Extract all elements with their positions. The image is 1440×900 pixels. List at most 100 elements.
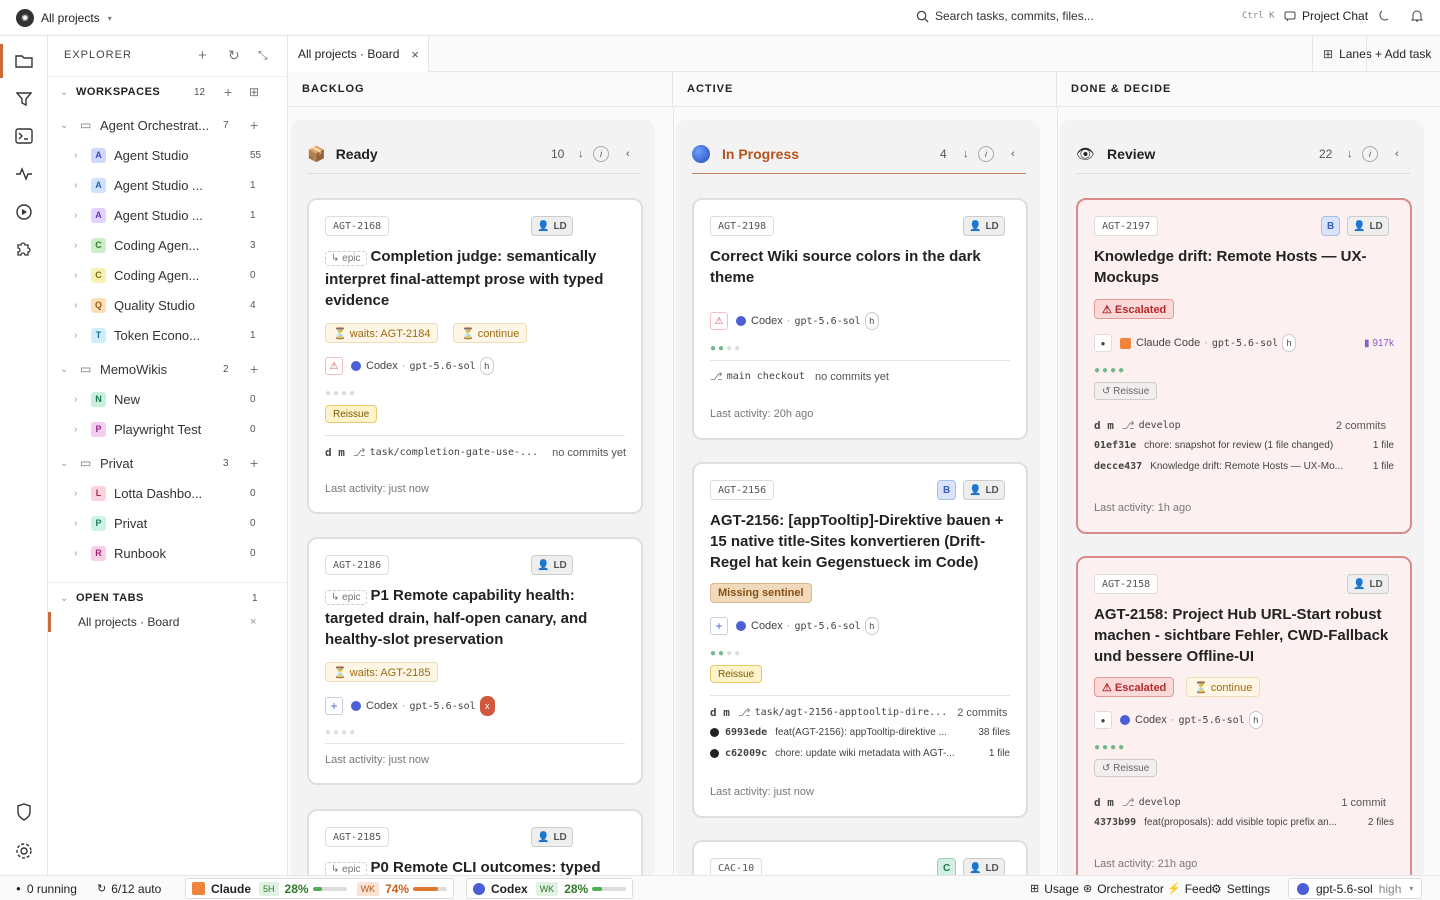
info-icon[interactable]: i bbox=[978, 145, 994, 162]
close-icon[interactable]: × bbox=[250, 616, 256, 628]
workspace-group[interactable]: ⌄ ▭ MemoWikis 2 + bbox=[48, 354, 287, 384]
add-project-button[interactable]: + bbox=[250, 455, 258, 471]
assignee-avatar[interactable]: 👤 LD bbox=[531, 827, 573, 847]
assignee-avatar[interactable]: 👤 LD bbox=[963, 480, 1005, 500]
orchestrator-button[interactable]: ⊛ Orchestrator bbox=[1083, 876, 1164, 900]
bot-avatar[interactable]: B bbox=[1321, 216, 1341, 236]
theme-toggle-button[interactable] bbox=[1378, 9, 1392, 23]
rail-explorer-button[interactable] bbox=[0, 42, 48, 80]
rail-terminal-button[interactable] bbox=[0, 117, 48, 155]
rail-settings-button[interactable] bbox=[0, 832, 48, 870]
workspace-item[interactable]: › Q Quality Studio 4 bbox=[48, 290, 287, 320]
workspace-group[interactable]: ⌄ ▭ Agent Orchestrat... 7 + bbox=[48, 110, 287, 140]
add-project-button[interactable]: + bbox=[250, 361, 258, 377]
tab-close-icon[interactable]: × bbox=[411, 47, 419, 62]
commit-row[interactable]: c62009c chore: update wiki metadata with… bbox=[710, 748, 1010, 759]
assignee-avatar[interactable]: 👤 LD bbox=[1347, 216, 1389, 236]
workspace-group[interactable]: ⌄ ▭ Privat 3 + bbox=[48, 448, 287, 478]
task-card[interactable]: CAC-10 C 👤 LD bbox=[692, 840, 1028, 880]
refresh-icon[interactable]: ↻ bbox=[228, 47, 240, 64]
task-card[interactable]: AGT-2197 B 👤 LD Knowledge drift: Remote H… bbox=[1076, 198, 1412, 534]
usage-button[interactable]: ⊞ Usage bbox=[1030, 876, 1079, 900]
workspace-item[interactable]: › P Playwright Test 0 bbox=[48, 414, 287, 444]
assignee-avatar[interactable]: 👤 LD bbox=[1347, 574, 1389, 594]
rail-activity-button[interactable] bbox=[0, 155, 48, 193]
commit-files: 38 files bbox=[978, 727, 1010, 738]
notifications-button[interactable] bbox=[1410, 9, 1424, 23]
tab-board[interactable]: All projects · Board × bbox=[288, 36, 429, 72]
activity-rail bbox=[0, 36, 48, 875]
add-project-button[interactable]: + bbox=[250, 117, 258, 133]
open-tabs-section[interactable]: ⌄ OPEN TABS 1 bbox=[48, 584, 287, 612]
collapse-lane-icon[interactable]: ‹ bbox=[626, 148, 630, 160]
rail-run-button[interactable] bbox=[0, 193, 48, 231]
claude-label: Claude bbox=[211, 881, 252, 896]
codex-usage[interactable]: Codex WK 28% bbox=[466, 878, 634, 899]
workspace-item[interactable]: › C Coding Agen... 3 bbox=[48, 230, 287, 260]
sort-icon[interactable]: ↓ bbox=[1347, 148, 1353, 160]
reissue-button[interactable]: ↺ Reissue bbox=[1094, 382, 1158, 400]
commit-files: 2 files bbox=[1367, 817, 1394, 828]
commit-row[interactable]: 01ef31e chore: snapshot for review (1 fi… bbox=[1094, 440, 1394, 451]
task-title: AGT-2156: [appTooltip]-Direktive bauen +… bbox=[710, 512, 1004, 571]
task-card[interactable]: AGT-2168 👤 LD ↳ epic Completion judge: sem… bbox=[307, 198, 643, 514]
auto-status[interactable]: ↻ 6/12 auto bbox=[97, 876, 161, 900]
chevron-right-icon: › bbox=[74, 179, 78, 191]
open-tab-item[interactable]: All projects · Board × bbox=[48, 610, 287, 634]
search-input[interactable]: Search tasks, commits, files... bbox=[935, 9, 1094, 23]
task-title: ↳ epic Completion judge: semantically int… bbox=[325, 248, 604, 309]
sort-icon[interactable]: ↓ bbox=[578, 148, 584, 160]
settings-button[interactable]: ⚙ Settings bbox=[1211, 876, 1270, 900]
project-switcher[interactable]: ✺ All projects ▾ bbox=[16, 9, 112, 27]
add-icon[interactable]: + bbox=[710, 617, 728, 635]
workspace-item[interactable]: › R Runbook 0 bbox=[48, 538, 287, 568]
workspace-item[interactable]: › A Agent Studio ... 1 bbox=[48, 170, 287, 200]
task-card[interactable]: AGT-2186 👤 LD ↳ epic P1 Remote capability … bbox=[307, 537, 643, 785]
task-card[interactable]: AGT-2158 👤 LD AGT-2158: Project Hub URL-S… bbox=[1076, 556, 1412, 880]
reissue-button[interactable]: Reissue bbox=[710, 665, 763, 683]
workspace-item[interactable]: › T Token Econo... 1 bbox=[48, 320, 287, 350]
project-chat-button[interactable]: Project Chat bbox=[1284, 9, 1368, 23]
search-bar[interactable]: Search tasks, commits, files... bbox=[916, 9, 1094, 23]
rail-plugins-button[interactable] bbox=[0, 230, 48, 268]
workspace-item[interactable]: › A Agent Studio 55 bbox=[48, 140, 287, 170]
info-icon[interactable]: i bbox=[1362, 145, 1378, 162]
commit-row[interactable]: decce437 Knowledge drift: Remote Hosts —… bbox=[1094, 461, 1394, 472]
add-task-button[interactable]: + Add task bbox=[1366, 36, 1431, 72]
workspace-item[interactable]: › C Coding Agen... 0 bbox=[48, 260, 287, 290]
running-status[interactable]: ● 0 running bbox=[16, 876, 77, 900]
bot-avatar[interactable]: B bbox=[937, 480, 957, 500]
lanes-button[interactable]: ⊞ Lanes bbox=[1312, 36, 1372, 72]
info-icon[interactable]: i bbox=[593, 145, 609, 162]
rail-security-button[interactable] bbox=[0, 793, 48, 831]
task-card[interactable]: AGT-2156 B 👤 LD AGT-2156: [appTooltip]-Di… bbox=[692, 462, 1028, 818]
model-selector[interactable]: gpt-5.6-sol high ▾ bbox=[1288, 878, 1423, 899]
reissue-button[interactable]: ↺ Reissue bbox=[1094, 759, 1158, 777]
rail-filter-button[interactable] bbox=[0, 80, 48, 118]
workspace-item[interactable]: › A Agent Studio ... 1 bbox=[48, 200, 287, 230]
new-workspace-button[interactable]: + bbox=[198, 47, 207, 64]
grid-icon[interactable]: ⊞ bbox=[249, 85, 259, 99]
workspaces-section[interactable]: ⌄ WORKSPACES 12 + ⊞ bbox=[48, 77, 287, 107]
workspace-item[interactable]: › P Privat 0 bbox=[48, 508, 287, 538]
feed-button[interactable]: ⚡ Feed bbox=[1167, 876, 1212, 900]
project-name: Coding Agen... bbox=[114, 267, 200, 283]
assignee-avatar[interactable]: 👤 LD bbox=[963, 216, 1005, 236]
assignee-avatar[interactable]: 👤 LD bbox=[531, 555, 573, 575]
add-workspace-button[interactable]: + bbox=[224, 84, 232, 100]
collapse-lane-icon[interactable]: ‹ bbox=[1011, 148, 1015, 160]
collapse-all-icon[interactable]: ⤡ bbox=[258, 48, 268, 63]
workspace-item[interactable]: › N New 0 bbox=[48, 384, 287, 414]
commit-row[interactable]: 4373b99 feat(proposals): add visible top… bbox=[1094, 817, 1394, 828]
task-card[interactable]: AGT-2185 👤 LD ↳ epic P0 Remote CLI outcome… bbox=[307, 809, 643, 880]
reissue-button[interactable]: Reissue bbox=[325, 405, 378, 423]
collapse-lane-icon[interactable]: ‹ bbox=[1395, 148, 1399, 160]
assignee-avatar[interactable]: 👤 LD bbox=[531, 216, 573, 236]
commit-row[interactable]: 6993ede feat(AGT-2156): appTooltip-direk… bbox=[710, 727, 1010, 738]
add-icon[interactable]: + bbox=[325, 697, 343, 715]
sort-icon[interactable]: ↓ bbox=[963, 148, 969, 160]
task-card[interactable]: AGT-2198 👤 LD Correct Wiki source colors … bbox=[692, 198, 1028, 440]
workspace-item[interactable]: › L Lotta Dashbo... 0 bbox=[48, 478, 287, 508]
progress-dots: ●●●● bbox=[1094, 365, 1127, 376]
claude-usage[interactable]: Claude 5H 28% WK 74% bbox=[185, 878, 455, 899]
